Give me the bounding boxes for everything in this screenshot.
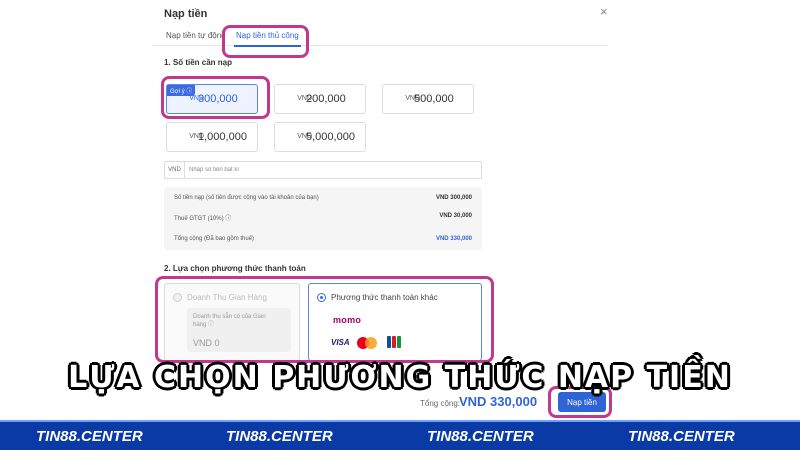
footer-bar: TIN88.CENTER TIN88.CENTER TIN88.CENTER T… xyxy=(0,420,800,450)
summary-value: VND 300,000 xyxy=(435,195,472,201)
summary-label: Thuế GTGT (10%) ⓘ xyxy=(174,216,232,222)
amount-value: 300,000 xyxy=(198,93,238,105)
amount-option-200000[interactable]: VND 200,000 xyxy=(274,84,366,114)
payment-method-other[interactable]: Phương thức thanh toán khác momo VISA xyxy=(308,283,482,361)
summary-value: VND 30,000 xyxy=(439,213,472,219)
footer-brand: TIN88.CENTER xyxy=(628,428,735,445)
momo-logo: momo xyxy=(333,315,362,325)
summary-row: Thuế GTGT (10%) ⓘ VND 30,000 xyxy=(174,213,472,222)
payment-method-label: Doanh Thu Gian Hàng xyxy=(187,293,267,302)
store-revenue-box: Doanh thu sẵn có của Gian hàng ⓘ VND 0 xyxy=(187,308,291,352)
section-payment-title: 2. Lựa chọn phương thức thanh toán xyxy=(164,264,306,273)
deposit-dialog: Nạp tiền × Nạp tiền tự động Nạp tiền thủ… xyxy=(152,0,622,420)
amount-option-300000[interactable]: Gợi ý ⓘ VND 300,000 xyxy=(166,84,258,114)
amount-value: 5,000,000 xyxy=(306,131,355,143)
deposit-submit-button[interactable]: Nạp tiền xyxy=(558,392,606,412)
radio-button[interactable] xyxy=(173,293,182,302)
radio-button-selected[interactable] xyxy=(317,293,326,302)
footer-brand: TIN88.CENTER xyxy=(226,428,333,445)
custom-amount-field: VND xyxy=(164,161,482,179)
summary-row: Tổng cộng (Đã bao gồm thuế) VND 330,000 xyxy=(174,236,472,242)
dialog-title: Nạp tiền xyxy=(164,8,208,20)
tab-bar: Nạp tiền tự động Nạp tiền thủ công xyxy=(152,26,607,47)
summary-total-value: VND 330,000 xyxy=(435,236,472,242)
visa-logo: VISA xyxy=(331,338,350,347)
total-value: VND 330,000 xyxy=(459,394,538,409)
tab-manual-deposit[interactable]: Nạp tiền thủ công xyxy=(234,31,301,47)
amount-value: 500,000 xyxy=(414,93,454,105)
amount-value: 1,000,000 xyxy=(198,131,247,143)
summary-label: Tổng cộng (Đã bao gồm thuế) xyxy=(174,236,255,242)
amount-option-5000000[interactable]: VND 5,000,000 xyxy=(274,122,366,152)
custom-amount-input[interactable] xyxy=(189,164,469,176)
amount-summary: Số tiền nạp (số tiền được cộng vào tài k… xyxy=(164,187,482,250)
footer-brand: TIN88.CENTER xyxy=(36,428,143,445)
amount-option-500000[interactable]: VND 500,000 xyxy=(382,84,474,114)
tab-auto-deposit[interactable]: Nạp tiền tự động xyxy=(166,31,226,40)
mastercard-icon xyxy=(357,337,379,349)
amount-option-1000000[interactable]: VND 1,000,000 xyxy=(166,122,258,152)
summary-label: Số tiền nạp (số tiền được cộng vào tài k… xyxy=(174,195,319,201)
section-amount-title: 1. Số tiền cần nạp xyxy=(164,58,233,67)
summary-row: Số tiền nạp (số tiền được cộng vào tài k… xyxy=(174,195,472,201)
payment-method-store-revenue[interactable]: Doanh Thu Gian Hàng Doanh thu sẵn có của… xyxy=(164,283,300,361)
amount-value: 200,000 xyxy=(306,93,346,105)
custom-amount-prefix: VND xyxy=(165,162,185,178)
overlay-title: LỰA CHỌN PHƯƠNG THỨC NẠP TIỀN xyxy=(68,360,732,395)
footer-brand: TIN88.CENTER xyxy=(427,428,534,445)
total-label: Tổng cộng: xyxy=(420,399,461,408)
payment-method-label: Phương thức thanh toán khác xyxy=(331,293,438,302)
jcb-icon xyxy=(387,336,401,348)
store-revenue-note: Doanh thu sẵn có của Gian hàng ⓘ xyxy=(193,314,266,328)
close-icon[interactable]: × xyxy=(600,4,608,19)
store-revenue-value: VND 0 xyxy=(193,338,220,348)
